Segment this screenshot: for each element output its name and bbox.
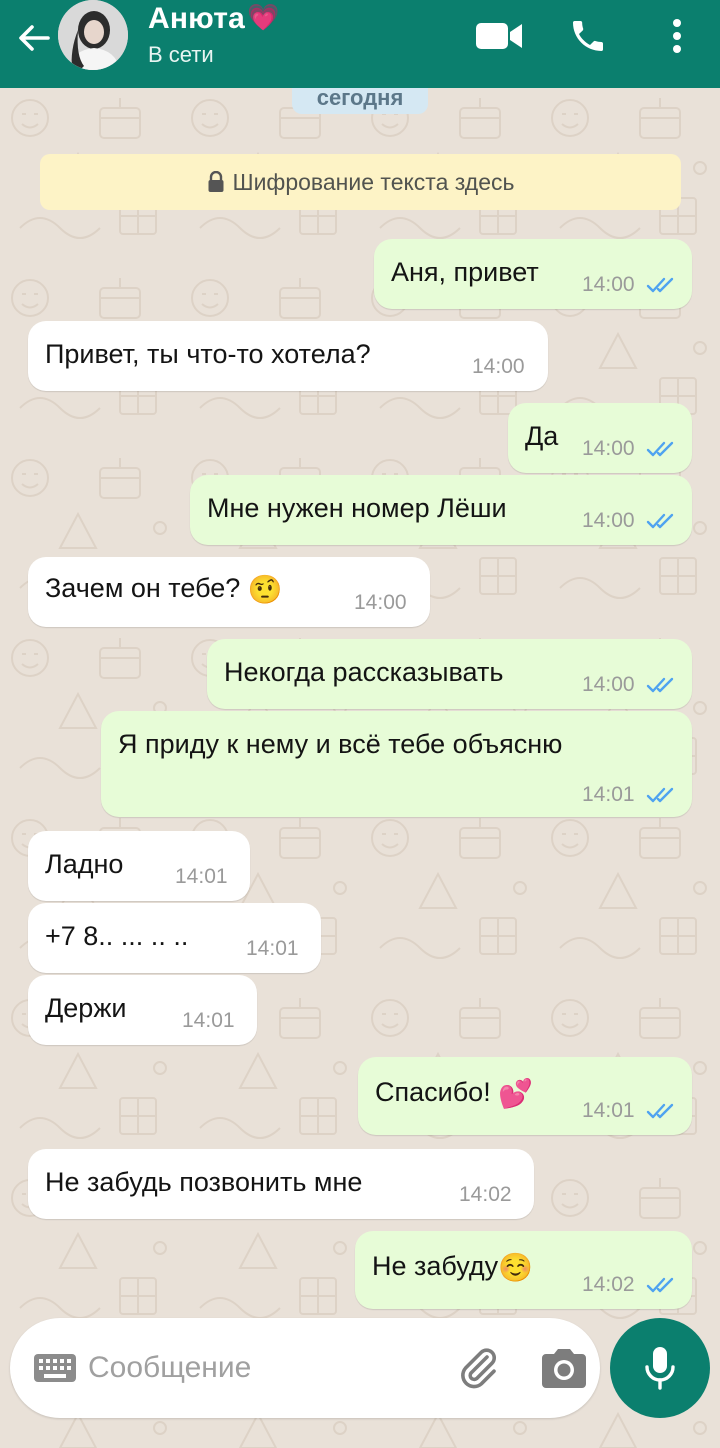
lock-icon [207, 171, 225, 193]
message-incoming[interactable]: Привет, ты что-то хотела? 14:00 [28, 321, 548, 391]
heart-emoji-icon: 💗 [247, 2, 280, 32]
contact-name-text: Анюта [148, 2, 246, 35]
read-receipt-icon [646, 787, 674, 803]
two-hearts-emoji-icon: 💕 [498, 1078, 534, 1110]
message-text: Не забуду [372, 1251, 499, 1281]
read-receipt-icon [646, 277, 674, 293]
message-time: 14:00 [582, 273, 635, 296]
message-time: 14:02 [582, 1273, 635, 1296]
message-incoming[interactable]: Зачем он тебе? 🤨 14:00 [28, 557, 430, 627]
message-outgoing[interactable]: Не забуду☺️ 14:02 [355, 1231, 692, 1309]
message-outgoing[interactable]: Аня, привет 14:00 [374, 239, 692, 309]
message-incoming[interactable]: Ладно 14:01 [28, 831, 250, 901]
message-incoming[interactable]: Держи 14:01 [28, 975, 257, 1045]
message-input[interactable] [88, 1342, 428, 1394]
message-composer [10, 1318, 600, 1418]
message-time: 14:00 [582, 437, 635, 460]
phone-icon [573, 21, 603, 51]
avatar[interactable] [58, 0, 128, 70]
message-time: 14:01 [182, 1009, 235, 1032]
message-outgoing[interactable]: Да 14:00 [508, 403, 692, 473]
contact-status: В сети [148, 42, 214, 67]
read-receipt-icon [646, 513, 674, 529]
date-chip: сегодня [292, 88, 428, 114]
message-text-wrap: Зачем он тебе? 🤨 [45, 573, 283, 606]
camera-icon [542, 1349, 586, 1388]
message-outgoing[interactable]: Некогда рассказывать 14:00 [207, 639, 692, 709]
chat-area[interactable]: сегодня Шифрование текста здесь Аня, при… [0, 88, 720, 1448]
message-text: Я приду к нему и всё тебе объясню [118, 729, 563, 759]
read-receipt-icon [646, 1277, 674, 1293]
message-outgoing[interactable]: Мне нужен номер Лёши 14:00 [190, 475, 692, 545]
message-time: 14:01 [582, 1099, 635, 1122]
more-options-button[interactable] [652, 14, 702, 58]
chat-header: Анюта💗 В сети [0, 0, 720, 88]
message-text: Привет, ты что-то хотела? [45, 339, 371, 369]
message-time: 14:00 [354, 591, 407, 614]
encryption-notice-text: Шифрование текста здесь [232, 168, 515, 195]
message-text: Аня, привет [391, 257, 539, 287]
read-receipt-icon [646, 1103, 674, 1119]
contact-name[interactable]: Анюта💗 [148, 2, 280, 36]
message-text: Держи [45, 993, 127, 1023]
attach-icon [461, 1348, 497, 1389]
message-time: 14:02 [459, 1183, 512, 1206]
encryption-notice[interactable]: Шифрование текста здесь [40, 154, 681, 210]
video-call-icon [476, 23, 522, 49]
voice-call-button[interactable] [563, 14, 613, 58]
message-time: 14:00 [582, 673, 635, 696]
message-incoming[interactable]: Не забудь позвонить мне 14:02 [28, 1149, 534, 1219]
read-receipt-icon [646, 441, 674, 457]
read-receipt-icon [646, 677, 674, 693]
message-text: Мне нужен номер Лёши [207, 493, 507, 523]
camera-button[interactable] [540, 1346, 588, 1390]
smiling-face-emoji-icon: ☺️ [498, 1252, 534, 1284]
message-text: Спасибо! [375, 1077, 491, 1107]
message-time: 14:00 [472, 355, 525, 378]
message-outgoing[interactable]: Спасибо! 💕 14:01 [358, 1057, 692, 1135]
video-call-button[interactable] [474, 14, 524, 58]
message-text: +7 8.. ... .. .. [45, 921, 189, 951]
mic-icon [645, 1347, 675, 1390]
message-time: 14:01 [246, 937, 299, 960]
message-text: Да [525, 421, 559, 451]
message-text: Ладно [45, 849, 124, 879]
raised-eyebrow-emoji-icon: 🤨 [247, 574, 283, 606]
message-text-wrap: Не забуду☺️ [372, 1251, 533, 1284]
message-time: 14:00 [582, 509, 635, 532]
message-text: Зачем он тебе? [45, 573, 241, 603]
message-outgoing[interactable]: Я приду к нему и всё тебе объясню 14:01 [101, 711, 692, 817]
back-arrow-icon[interactable] [14, 18, 54, 58]
message-time: 14:01 [582, 783, 635, 806]
keyboard-icon[interactable] [32, 1348, 78, 1388]
attach-button[interactable] [454, 1344, 502, 1392]
message-incoming[interactable]: +7 8.. ... .. .. 14:01 [28, 903, 321, 973]
message-time: 14:01 [175, 865, 228, 888]
voice-record-button[interactable] [610, 1318, 710, 1418]
message-text-wrap: Спасибо! 💕 [375, 1077, 533, 1110]
message-text: Некогда рассказывать [224, 657, 504, 687]
message-text: Не забудь позвонить мне [45, 1167, 363, 1197]
more-vert-icon [673, 19, 681, 53]
